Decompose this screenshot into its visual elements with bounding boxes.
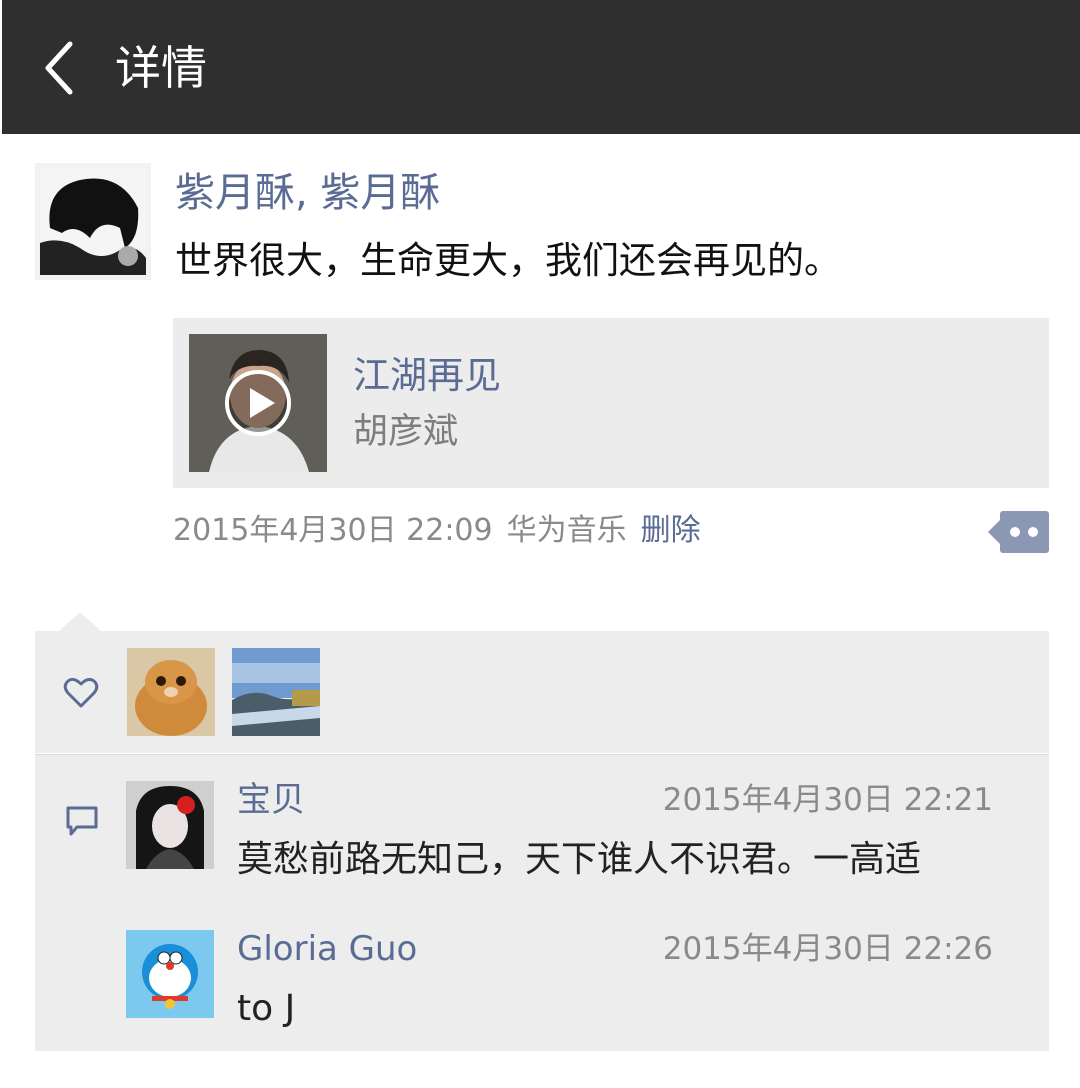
- post-text: 世界很大，生命更大，我们还会再见的。: [175, 239, 841, 282]
- liker-avatar-cat[interactable]: [127, 648, 215, 736]
- likes-section: [35, 631, 1049, 753]
- comment-author[interactable]: 宝贝: [237, 777, 305, 823]
- comment-author[interactable]: Gloria Guo: [237, 926, 417, 972]
- comment-time: 2015年4月30日 22:21: [662, 782, 993, 818]
- comments-section: 宝贝 2015年4月30日 22:21 莫愁前路无知己，天下谁人不识君。一高适 …: [35, 754, 1049, 1051]
- more-actions-icon[interactable]: [988, 511, 1049, 553]
- comment-time: 2015年4月30日 22:26: [662, 931, 993, 967]
- comment-text[interactable]: to J: [237, 984, 295, 1034]
- post-author[interactable]: 紫月酥, 紫月酥: [175, 165, 440, 221]
- heart-icon: [63, 677, 99, 708]
- post-source[interactable]: 华为音乐: [507, 513, 627, 548]
- song-artist: 胡彦斌: [353, 412, 459, 452]
- comment-bubble-icon: [66, 806, 98, 836]
- page-title: 详情: [115, 41, 207, 95]
- avatar-image-icon: [40, 168, 146, 275]
- author-avatar[interactable]: [35, 163, 151, 280]
- liker-avatar-landscape[interactable]: [232, 648, 320, 736]
- music-card[interactable]: 江湖再见 胡彦斌: [173, 318, 1049, 488]
- delete-button[interactable]: 删除: [641, 513, 701, 548]
- song-title: 江湖再见: [353, 354, 501, 397]
- comment-text[interactable]: 莫愁前路无知己，天下谁人不识君。一高适: [237, 835, 921, 885]
- album-cover[interactable]: [189, 334, 327, 472]
- commenter-avatar[interactable]: [126, 781, 214, 869]
- commenter-avatar[interactable]: [126, 930, 214, 1018]
- top-bar: 详情: [0, 0, 1080, 134]
- post-timestamp: 2015年4月30日 22:09: [173, 513, 493, 548]
- back-chevron-left-icon[interactable]: [40, 38, 80, 98]
- post-meta: 2015年4月30日 22:09 华为音乐 删除: [173, 508, 701, 554]
- panel-arrow: [58, 612, 102, 632]
